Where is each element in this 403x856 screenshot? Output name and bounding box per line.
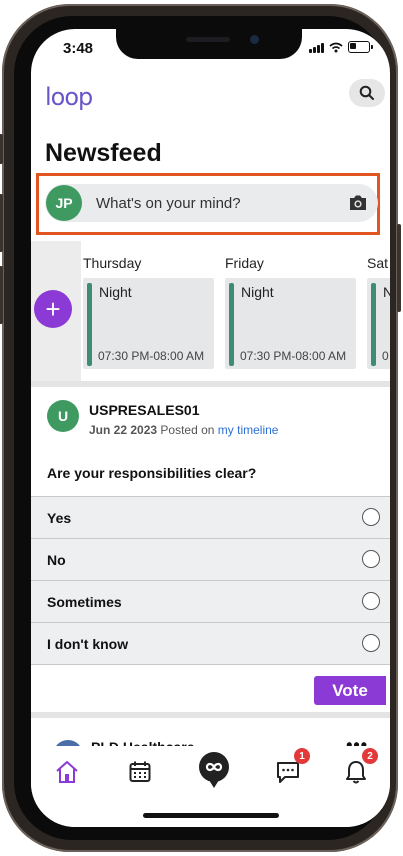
radio-button[interactable] — [362, 508, 380, 526]
notifications-badge: 2 — [362, 748, 378, 764]
post-meta: Jun 22 2023 Posted on my timeline — [89, 423, 278, 437]
battery-icon — [348, 41, 373, 53]
status-time: 3:48 — [63, 40, 94, 57]
camera-icon[interactable] — [348, 194, 368, 212]
add-shift-button[interactable]: + — [34, 290, 72, 328]
search-icon — [359, 85, 374, 100]
shift-time: 07:30 PM-08:00 AM — [98, 349, 205, 363]
front-camera — [250, 35, 259, 44]
poll-option-label: No — [47, 552, 66, 568]
notch — [116, 29, 302, 59]
post-date: Jun 22 2023 — [89, 423, 158, 437]
poll-option-label: Yes — [47, 510, 72, 526]
mute-switch — [0, 134, 3, 164]
tab-home[interactable] — [51, 756, 83, 788]
shift-name: Night — [99, 284, 132, 300]
signal-icon — [309, 42, 324, 53]
day-label: Sat — [367, 255, 389, 271]
volume-up-button — [0, 194, 3, 252]
post-author-name[interactable]: USPRESALES01 — [89, 402, 199, 418]
status-icons — [309, 41, 373, 53]
composer-highlight: JP What's on your mind? — [36, 173, 380, 235]
messages-badge: 1 — [294, 748, 310, 764]
divider — [31, 712, 390, 718]
speaker — [186, 37, 230, 42]
shift-color-bar — [229, 283, 234, 366]
poll-option-label: I don't know — [47, 636, 129, 652]
page-title: Newsfeed — [45, 139, 162, 167]
wifi-icon — [329, 42, 343, 52]
post-composer[interactable]: JP What's on your mind? — [45, 184, 378, 222]
poll-option[interactable]: I don't know — [31, 622, 390, 665]
plus-icon: + — [45, 293, 61, 324]
shift-color-bar — [371, 283, 376, 366]
bell-icon — [346, 761, 366, 784]
day-label: Friday — [225, 255, 264, 271]
timeline-link[interactable]: my timeline — [218, 423, 279, 437]
vote-button[interactable]: Vote — [314, 676, 386, 705]
poll-option[interactable]: No — [31, 538, 390, 580]
poll-options: Yes No Sometimes I don't know — [31, 496, 390, 665]
loop-icon — [199, 752, 229, 788]
calendar-icon — [129, 761, 151, 782]
app-logo: loop — [45, 83, 93, 111]
shift-color-bar — [87, 283, 92, 366]
composer-placeholder[interactable]: What's on your mind? — [96, 195, 241, 212]
poll-option-label: Sometimes — [47, 594, 122, 610]
poll-option[interactable]: Yes — [31, 496, 390, 538]
home-icon — [56, 761, 78, 783]
tab-messages[interactable]: 1 — [272, 748, 310, 788]
shift-card[interactable]: Night 07:30 PM-08:00 AM — [225, 278, 356, 369]
tab-calendar[interactable] — [124, 756, 156, 788]
post-author-avatar[interactable]: U — [47, 400, 79, 432]
search-button[interactable] — [349, 79, 385, 107]
shift-time: 07:30 PM-08:00 AM — [240, 349, 347, 363]
shift-name: N — [383, 284, 390, 300]
tab-notifications[interactable]: 2 — [340, 748, 378, 788]
volume-down-button — [0, 266, 3, 324]
poll-option[interactable]: Sometimes — [31, 580, 390, 622]
schedule-carousel[interactable]: + Thursday Night 07:30 PM-08:00 AM Frida… — [31, 241, 390, 381]
radio-button[interactable] — [362, 592, 380, 610]
app-screen: 3:48 loop Newsfeed JP What's on your min… — [31, 29, 390, 827]
radio-button[interactable] — [362, 550, 380, 568]
shift-card[interactable]: N 0 — [367, 278, 390, 369]
shift-name: Night — [241, 284, 274, 300]
radio-button[interactable] — [362, 634, 380, 652]
posted-on-text: Posted on — [160, 423, 215, 437]
shift-card[interactable]: Night 07:30 PM-08:00 AM — [83, 278, 214, 369]
tab-loop[interactable] — [196, 750, 232, 790]
shift-time: 0 — [382, 349, 389, 363]
divider — [31, 381, 390, 387]
day-label: Thursday — [83, 255, 142, 271]
power-button — [397, 224, 401, 312]
poll-question: Are your responsibilities clear? — [47, 465, 257, 481]
user-avatar[interactable]: JP — [46, 185, 82, 221]
home-indicator[interactable] — [143, 813, 279, 818]
